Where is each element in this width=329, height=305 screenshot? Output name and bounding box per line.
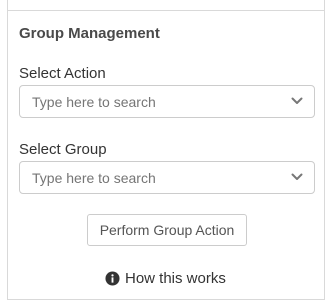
chevron-down-icon	[291, 97, 303, 104]
select-group-dropdown[interactable]: Type here to search	[19, 161, 315, 194]
how-this-works-link[interactable]: How this works	[105, 269, 226, 287]
select-group-placeholder: Type here to search	[32, 170, 156, 186]
select-action-label: Select Action	[19, 65, 106, 82]
select-action-dropdown[interactable]: Type here to search	[19, 85, 315, 118]
how-this-works-label: How this works	[125, 269, 226, 287]
info-circle-icon	[105, 270, 120, 286]
panel-title: Group Management	[19, 25, 160, 42]
perform-group-action-button[interactable]: Perform Group Action	[87, 214, 247, 246]
select-action-placeholder: Type here to search	[32, 94, 156, 110]
panel-top-edge	[7, 0, 325, 10]
group-management-panel: Group Management Select Action Type here…	[7, 10, 325, 300]
select-group-label: Select Group	[19, 141, 107, 158]
chevron-down-icon	[291, 173, 303, 180]
